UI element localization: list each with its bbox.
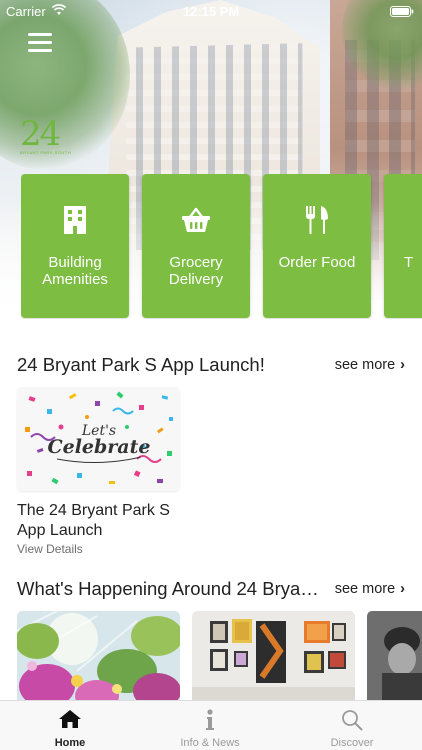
news-card-subtitle: View Details (17, 542, 83, 556)
tab-bar: Home Info & News Discover (0, 700, 422, 750)
status-bar: Carrier 12:15 PM (0, 0, 422, 22)
building-logo: 24 BRYANT PARK SOUTH (20, 114, 72, 160)
event-card-gallery[interactable] (192, 611, 355, 703)
fork-knife-icon (306, 206, 328, 234)
hamburger-menu-icon[interactable] (28, 33, 52, 53)
confetti-graphic: Let's Celebrate (17, 387, 180, 491)
tile-partial[interactable]: T (384, 174, 422, 318)
quick-action-tiles: Building Amenities Grocery Delivery Orde… (21, 174, 422, 319)
chevron-right-icon: › (400, 357, 405, 373)
tile-label: Order Food (278, 254, 356, 271)
see-more-label: see more (334, 581, 396, 597)
bw-photo (367, 611, 422, 703)
building-icon (64, 206, 86, 234)
tab-label: Info & News (180, 737, 240, 749)
logo-subtitle: BRYANT PARK SOUTH (20, 150, 72, 155)
tab-label: Home (54, 737, 86, 749)
see-more-label: see more (334, 357, 396, 373)
tile-grocery-delivery[interactable]: Grocery Delivery (142, 174, 250, 318)
tab-discover[interactable]: Discover (282, 701, 422, 750)
search-icon (342, 710, 363, 731)
tile-label: Building Amenities (42, 254, 108, 288)
tile-label: T (404, 254, 414, 271)
logo-number: 24 (20, 114, 61, 154)
basket-icon (182, 207, 210, 232)
tile-building-amenities[interactable]: Building Amenities (21, 174, 129, 318)
tile-label: Grocery Delivery (168, 254, 224, 288)
tile-order-food[interactable]: Order Food (263, 174, 371, 318)
event-card-garden[interactable] (17, 611, 180, 703)
events-carousel (17, 611, 422, 703)
info-icon (206, 709, 214, 730)
gallery-photo (192, 611, 355, 703)
celebrate-image: Let's Celebrate (17, 387, 180, 491)
garden-photo (17, 611, 180, 703)
chevron-right-icon: › (400, 581, 405, 597)
news-card-title: The 24 Bryant Park S App Launch (17, 502, 170, 539)
events-section-title: What's Happening Around 24 Bryant Park S (17, 578, 325, 599)
news-see-more-link[interactable]: see more › (335, 357, 405, 373)
clock: 12:15 PM (182, 4, 240, 19)
news-card[interactable]: Let's Celebrate The 24 Bryant Park S App… (17, 387, 180, 562)
events-section-header: What's Happening Around 24 Bryant Park S… (17, 578, 405, 602)
tab-info-news[interactable]: Info & News (140, 701, 280, 750)
image-text-line2: Celebrate (48, 436, 151, 458)
home-icon (59, 710, 81, 728)
news-section-title: 24 Bryant Park S App Launch! (17, 354, 265, 375)
event-card-partial[interactable] (367, 611, 422, 703)
tab-label: Discover (330, 737, 374, 749)
events-see-more-link[interactable]: see more › (335, 581, 405, 597)
battery-icon (390, 6, 414, 17)
news-section-header: 24 Bryant Park S App Launch! see more › (17, 354, 405, 378)
tab-home[interactable]: Home (0, 701, 140, 750)
